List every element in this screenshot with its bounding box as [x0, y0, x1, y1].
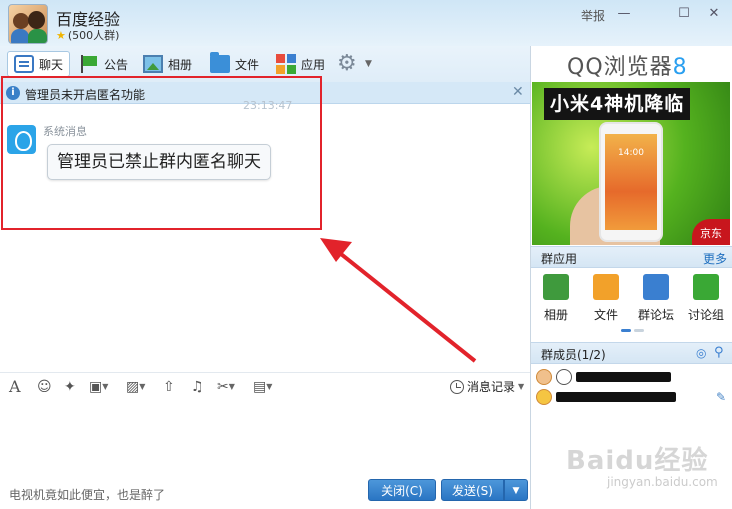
maximize-icon[interactable]: ☐ [673, 4, 695, 24]
member-avatar [536, 369, 552, 385]
search-icon[interactable]: ⚲ [714, 345, 724, 360]
close-icon[interactable]: ✕ [703, 4, 725, 24]
tab-apps[interactable]: 应用 [276, 51, 325, 77]
history-button[interactable]: 消息记录 ▼ [450, 378, 524, 395]
message-sender: 系统消息 [43, 125, 87, 138]
ad-banner[interactable]: 小米4神机降临 14:00 京东 [532, 82, 730, 245]
discussion-icon [693, 274, 719, 300]
music-icon[interactable]: ♫ [191, 378, 204, 396]
tab-files-label: 文件 [235, 57, 260, 72]
tab-chat-label: 聊天 [39, 57, 64, 72]
group-meta-text: (500人群) [67, 29, 120, 42]
file-icon [593, 274, 619, 300]
send-options-chevron-icon[interactable]: ▼ [504, 479, 528, 501]
history-label: 消息记录 [467, 380, 516, 394]
tab-apps-label: 应用 [301, 57, 326, 72]
app-album-label: 相册 [543, 308, 568, 322]
album-icon [543, 274, 569, 300]
title-bar: 百度经验 ★ (500人群) 举报 — ☐ ✕ [0, 0, 732, 46]
notice-text: 管理员未开启匿名功能 [25, 88, 146, 102]
pager-dot-active[interactable] [621, 329, 631, 332]
member-name-redacted [556, 392, 676, 402]
app-discussion-label: 讨论组 [687, 308, 724, 322]
image-icon[interactable]: ▨▼ [126, 378, 145, 396]
gift-icon[interactable]: ▣▼ [89, 378, 108, 396]
message-input[interactable]: 电视机竟如此便宜，也是醉了 关闭(C) 发送(S) ▼ [0, 400, 530, 509]
tab-announcement-label: 公告 [104, 57, 129, 72]
minimize-icon[interactable]: — [613, 4, 635, 24]
tab-chat[interactable]: 聊天 [7, 51, 71, 77]
annotation-arrow [320, 238, 477, 363]
browser-version: 8 [672, 55, 688, 80]
edit-icon[interactable]: ✎ [716, 390, 726, 404]
browser-brand[interactable]: QQ浏览器8 [567, 49, 688, 81]
send-button[interactable]: 发送(S) [441, 479, 504, 501]
star-icon: ★ [56, 29, 66, 42]
close-icon[interactable]: ✕ [512, 84, 524, 100]
system-avatar [7, 125, 36, 154]
info-icon: i [6, 86, 20, 100]
group-apps-title: 群应用 [541, 252, 578, 266]
member-row[interactable] [536, 368, 671, 386]
member-status-icon [556, 369, 572, 385]
clock-icon [450, 379, 464, 394]
photo-icon [143, 55, 163, 73]
forum-icon [643, 274, 669, 300]
app-file-label: 文件 [593, 308, 618, 322]
close-button[interactable]: 关闭(C) [368, 479, 436, 501]
ad-text-link[interactable]: 电视机竟如此便宜，也是醉了 [9, 486, 165, 503]
flag-icon [79, 55, 99, 73]
group-toolbar: 聊天 公告 相册 文件 应用 ⚙ ▼ [0, 46, 530, 82]
more-link[interactable]: 更多 [703, 250, 727, 267]
emoji-icon[interactable]: ☺ [37, 378, 52, 396]
group-members-header: 群成员(1/2) ◎ ⚲ [531, 342, 732, 364]
app-forum[interactable]: 群论坛 [634, 274, 678, 323]
member-avatar [536, 389, 552, 405]
tab-announcement[interactable]: 公告 [79, 51, 128, 77]
report-link[interactable]: 举报 [581, 7, 605, 24]
group-apps-header: 群应用 更多 [531, 246, 732, 268]
watermark-url: jingyan.baidu.com [607, 475, 718, 489]
apps-icon [276, 54, 296, 74]
screen-icon[interactable]: ▤▼ [253, 378, 272, 396]
group-member-count: ★ (500人群) [56, 27, 119, 43]
tab-album-label: 相册 [168, 57, 193, 72]
group-members-title: 群成员(1/2) [541, 348, 606, 362]
tab-files[interactable]: 文件 [210, 51, 259, 77]
input-toolbar: A ☺ ✦ ▣▼ ▨▼ ⇧ ♫ ✂▼ ▤▼ 消息记录 ▼ [0, 372, 530, 400]
gear-icon[interactable]: ⚙ [337, 52, 361, 76]
chat-bubble-icon[interactable]: ◎ [696, 346, 706, 360]
app-discussion[interactable]: 讨论组 [684, 274, 728, 323]
app-forum-label: 群论坛 [637, 308, 674, 322]
message-bubble: 管理员已禁止群内匿名聊天 [47, 144, 271, 180]
ad-store-badge: 京东 [692, 219, 730, 245]
phone-image: 14:00 [599, 122, 663, 242]
group-avatar[interactable] [8, 4, 48, 44]
chevron-down-icon: ▼ [518, 382, 525, 391]
chevron-down-icon[interactable]: ▼ [365, 59, 372, 69]
app-album[interactable]: 相册 [534, 274, 578, 323]
upload-icon[interactable]: ⇧ [163, 378, 175, 396]
watermark: Baidu经验 [566, 446, 709, 476]
member-name-redacted [576, 372, 671, 382]
message-timestamp: 23:13:47 [243, 99, 293, 112]
scissors-icon[interactable]: ✂▼ [217, 378, 235, 396]
pager-dot[interactable] [634, 329, 644, 332]
member-row[interactable] [536, 388, 676, 406]
chat-icon [14, 55, 34, 73]
font-icon[interactable]: A [9, 378, 21, 396]
tab-album[interactable]: 相册 [143, 51, 192, 77]
phone-screen-time: 14:00 [605, 134, 657, 230]
ad-title: 小米4神机降临 [544, 88, 691, 120]
folder-icon [210, 52, 230, 73]
app-file[interactable]: 文件 [584, 274, 628, 323]
magic-icon[interactable]: ✦ [64, 378, 76, 396]
browser-brand-name: QQ浏览器 [567, 55, 673, 80]
